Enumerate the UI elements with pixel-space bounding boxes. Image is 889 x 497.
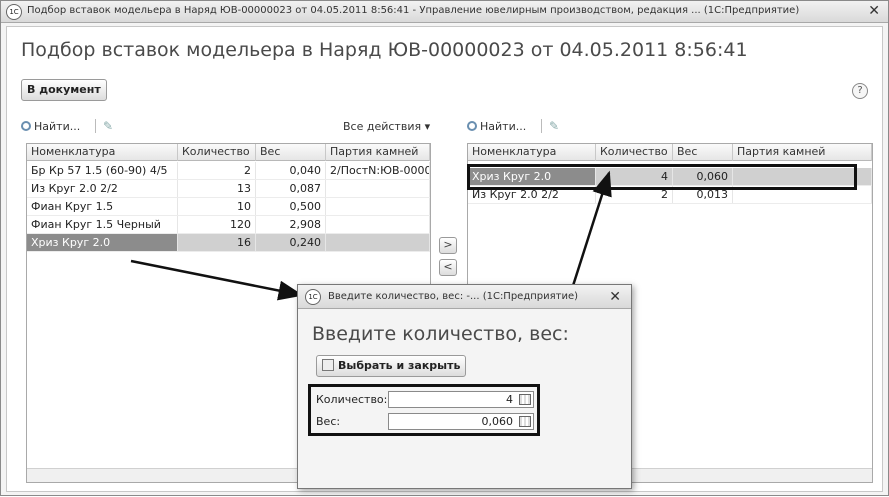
weight-label: Вес: <box>316 415 341 428</box>
calculator-icon[interactable] <box>519 394 531 405</box>
dialog-title: Введите количество, вес: -... (1С:Предпр… <box>328 291 579 302</box>
close-icon[interactable]: ✕ <box>609 289 621 305</box>
calculator-icon[interactable] <box>519 416 531 427</box>
select-icon <box>322 359 334 371</box>
dialog-header: Введите количество, вес: <box>312 323 569 345</box>
quantity-label: Количество: <box>316 393 388 406</box>
select-and-close-button[interactable]: Выбрать и закрыть <box>316 355 467 377</box>
weight-value: 0,060 <box>481 415 514 428</box>
quantity-value: 4 <box>506 393 513 406</box>
app-logo-icon: 1С <box>305 289 321 305</box>
dialog-title-bar: 1С Введите количество, вес: -... (1С:Пре… <box>298 285 631 309</box>
select-and-close-label: Выбрать и закрыть <box>338 359 461 372</box>
main-window: 1С Подбор вставок модельера в Наряд ЮВ-0… <box>0 0 889 496</box>
quantity-field[interactable]: 4 <box>388 391 534 408</box>
weight-field[interactable]: 0,060 <box>388 413 534 430</box>
arrow-to-dialog <box>130 259 304 301</box>
quantity-dialog: 1С Введите количество, вес: -... (1С:Пре… <box>297 284 632 489</box>
